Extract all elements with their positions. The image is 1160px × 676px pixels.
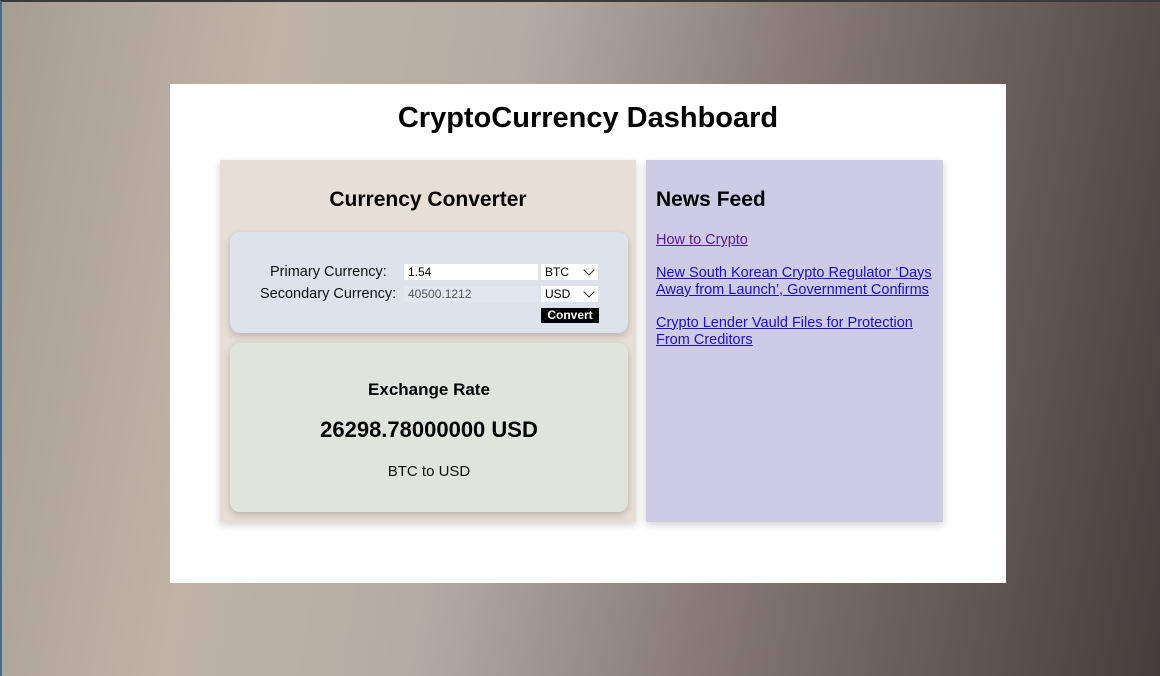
list-item: New South Korean Crypto Regulator ‘Days … bbox=[656, 265, 936, 300]
exchange-rate-value: 26298.78000000 USD bbox=[320, 417, 538, 442]
chevron-down-icon bbox=[583, 264, 595, 276]
news-link-how-to-crypto[interactable]: How to Crypto bbox=[656, 232, 748, 248]
list-item: Crypto Lender Vauld Files for Protection… bbox=[656, 315, 936, 350]
news-link-korean-regulator[interactable]: New South Korean Crypto Regulator ‘Days … bbox=[656, 265, 932, 299]
secondary-currency-selected: USD bbox=[545, 287, 571, 301]
news-link-vauld-files[interactable]: Crypto Lender Vauld Files for Protection… bbox=[656, 315, 913, 349]
primary-amount-input[interactable] bbox=[404, 264, 538, 280]
primary-currency-selected: BTC bbox=[545, 265, 569, 279]
dashboard-window: CryptoCurrency Dashboard Currency Conver… bbox=[170, 84, 1006, 583]
primary-currency-select[interactable]: BTC bbox=[541, 264, 598, 280]
news-list: How to Crypto New South Korean Crypto Re… bbox=[656, 232, 936, 365]
exchange-rate-card: Exchange Rate 26298.78000000 USD BTC to … bbox=[230, 343, 628, 512]
secondary-currency-select[interactable]: USD bbox=[541, 286, 598, 302]
chevron-down-icon bbox=[583, 286, 595, 298]
exchange-rate-title: Exchange Rate bbox=[368, 380, 490, 399]
list-item: How to Crypto bbox=[656, 232, 936, 250]
secondary-currency-row: Secondary Currency: bbox=[260, 285, 396, 303]
currency-converter-panel: Currency Converter Primary Currency: BTC… bbox=[220, 160, 636, 522]
secondary-amount-input[interactable] bbox=[404, 286, 538, 302]
exchange-rate-pair: BTC to USD bbox=[387, 463, 471, 480]
news-feed-panel: News Feed How to Crypto New South Korean… bbox=[646, 160, 943, 522]
primary-currency-row: Primary Currency: bbox=[270, 263, 387, 281]
converter-title: Currency Converter bbox=[329, 188, 527, 211]
converter-form: Primary Currency: BTC Secondary Currency… bbox=[230, 232, 628, 333]
page-title: CryptoCurrency Dashboard bbox=[397, 102, 779, 134]
primary-currency-label: Primary Currency: bbox=[270, 264, 387, 280]
secondary-currency-label: Secondary Currency: bbox=[260, 286, 397, 302]
news-feed-title: News Feed bbox=[656, 188, 766, 211]
convert-button[interactable]: Convert bbox=[541, 308, 599, 323]
